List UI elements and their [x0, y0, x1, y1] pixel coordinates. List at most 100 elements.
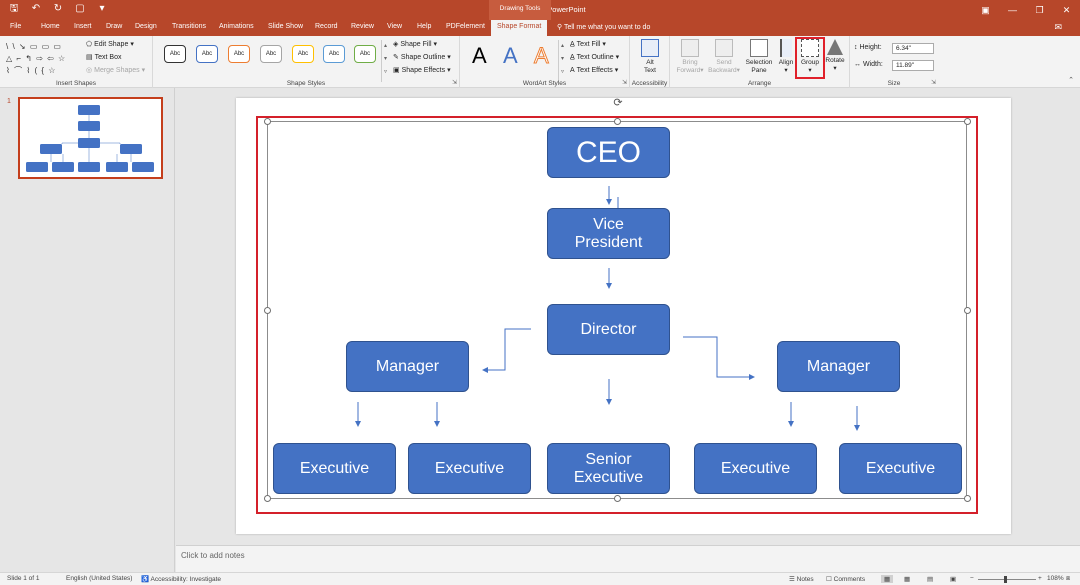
tab-draw[interactable]: Draw	[106, 23, 122, 30]
reading-view-icon[interactable]: ▤	[927, 575, 933, 583]
collapse-ribbon-icon[interactable]: ⌃	[1068, 76, 1074, 84]
shape-style-preset-4[interactable]: Abc	[260, 45, 282, 63]
fit-slide-icon[interactable]: ⧈	[1066, 575, 1070, 583]
status-comments-button[interactable]: ☐ Comments	[826, 575, 865, 583]
resize-handle-bottom-right[interactable]	[964, 495, 971, 502]
rotate-button[interactable]: Rotate ▾	[823, 39, 847, 73]
text-effects-button[interactable]: A Text Effects ▾	[570, 66, 618, 75]
org-box-senior-executive[interactable]: Senior Executive	[547, 443, 670, 494]
group-shape-styles: Abc Abc Abc Abc Abc Abc Abc ▴ ▾ ▿ ◈ Shape F…	[153, 36, 460, 88]
slide-thumbnail[interactable]	[18, 97, 163, 179]
tab-file[interactable]: File	[10, 23, 21, 30]
text-box-button[interactable]: ▤ Text Box	[86, 53, 121, 62]
zoom-out-icon[interactable]: −	[970, 575, 974, 582]
resize-handle-top[interactable]	[614, 118, 621, 125]
resize-handle-top-left[interactable]	[264, 118, 271, 125]
slide-show-icon[interactable]: ▣	[950, 575, 956, 583]
tab-shape-format[interactable]: Shape Format	[491, 20, 548, 36]
align-button[interactable]: Align ▾	[776, 39, 796, 75]
status-notes-button[interactable]: ☰ Notes	[789, 575, 814, 583]
resize-handle-top-right[interactable]	[964, 118, 971, 125]
alt-text-button[interactable]: Alt Text	[638, 39, 662, 75]
tab-insert[interactable]: Insert	[74, 23, 92, 30]
tab-help[interactable]: Help	[417, 23, 431, 30]
tab-home[interactable]: Home	[41, 23, 60, 30]
group-size: ↕ Height: 6.34" ↔ Width: 11.89" Size ⇲	[850, 36, 938, 88]
close-icon[interactable]: ✕	[1053, 0, 1080, 20]
rotate-handle-icon[interactable]: ⟳	[612, 97, 624, 109]
zoom-slider[interactable]	[978, 579, 1036, 580]
send-backward-button[interactable]: Send Backward▾	[708, 39, 740, 75]
resize-handle-right[interactable]	[964, 307, 971, 314]
text-outline-icon: A̲	[570, 53, 575, 61]
notes-pane[interactable]: Click to add notes	[176, 545, 1080, 572]
wordart-style-blue[interactable]: A	[503, 43, 518, 69]
group-insert-shapes: \ \ ↘ ▭ ▭ ▭ △ ⌐ ↰ ⇨ ⇦ ☆ ⌇ ⌒ ⌇ ( { ☆ ⬠ Edit …	[0, 36, 153, 88]
bring-forward-button[interactable]: Bring Forward▾	[676, 39, 704, 75]
title-bar: 🖫 ↶ ↻ ▢ ▾ Presentation3 - PowerPoint Dra…	[0, 0, 1080, 20]
wordart-gallery-scroll[interactable]: ▴ ▾ ▿	[558, 40, 566, 82]
org-box-executive-2[interactable]: Executive	[408, 443, 531, 494]
edit-shape-icon: ⬠	[86, 41, 93, 48]
tab-view[interactable]: View	[387, 23, 402, 30]
tab-transitions[interactable]: Transitions	[172, 23, 206, 30]
org-box-executive-1[interactable]: Executive	[273, 443, 396, 494]
shape-styles-gallery-scroll[interactable]: ▴ ▾ ▿	[381, 40, 389, 82]
zoom-slider-thumb[interactable]	[1004, 576, 1007, 583]
resize-handle-bottom[interactable]	[614, 495, 621, 502]
wordart-style-black[interactable]: A	[472, 43, 487, 69]
shape-style-preset-2[interactable]: Abc	[196, 45, 218, 63]
text-fill-button[interactable]: A̲ Text Fill ▾	[570, 40, 606, 49]
org-box-vice-president[interactable]: Vice President	[547, 208, 670, 259]
org-box-ceo[interactable]: CEO	[547, 127, 670, 178]
height-input[interactable]: 6.34"	[892, 43, 934, 54]
org-box-executive-5[interactable]: Executive	[839, 443, 962, 494]
dialog-launcher-icon[interactable]: ⇲	[622, 79, 627, 86]
ribbon-display-icon[interactable]: ▣	[972, 0, 999, 20]
rotate-icon	[827, 39, 843, 55]
dialog-launcher-icon[interactable]: ⇲	[931, 79, 936, 86]
tell-me-search[interactable]: ⚲ Tell me what you want to do	[557, 23, 650, 31]
shape-style-preset-3[interactable]: Abc	[228, 45, 250, 63]
group-button-highlight	[795, 37, 825, 79]
text-outline-button[interactable]: A̲ Text Outline ▾	[570, 53, 619, 62]
group-label-wordart: WordArt Styles	[522, 80, 567, 87]
tab-pdfelement[interactable]: PDFelement	[446, 23, 485, 30]
shapes-gallery[interactable]: \ \ ↘ ▭ ▭ ▭ △ ⌐ ↰ ⇨ ⇦ ☆ ⌇ ⌒ ⌇ ( { ☆	[6, 41, 66, 77]
slide-thumbnail-pane: 1	[0, 88, 175, 572]
tab-design[interactable]: Design	[135, 23, 157, 30]
slide-sorter-icon[interactable]: ▦	[904, 575, 910, 583]
shape-style-preset-7[interactable]: Abc	[354, 45, 376, 63]
status-accessibility[interactable]: ♿ Accessibility: Investigate	[141, 575, 221, 583]
tab-animations[interactable]: Animations	[219, 23, 254, 30]
restore-icon[interactable]: ❐	[1026, 0, 1053, 20]
edit-shape-button[interactable]: ⬠ Edit Shape ▾	[86, 40, 134, 49]
minimize-icon[interactable]: —	[999, 0, 1026, 20]
org-box-manager-right[interactable]: Manager	[777, 341, 900, 392]
selection-pane-button[interactable]: Selection Pane	[744, 39, 774, 75]
width-input[interactable]: 11.89"	[892, 60, 934, 71]
zoom-level[interactable]: 108%	[1047, 575, 1064, 582]
shape-style-preset-5[interactable]: Abc	[292, 45, 314, 63]
normal-view-icon[interactable]: ▦	[881, 575, 894, 583]
tab-record[interactable]: Record	[315, 23, 338, 30]
org-box-executive-4[interactable]: Executive	[694, 443, 817, 494]
tab-review[interactable]: Review	[351, 23, 374, 30]
shape-style-preset-6[interactable]: Abc	[323, 45, 345, 63]
shape-style-preset-1[interactable]: Abc	[164, 45, 186, 63]
org-box-manager-left[interactable]: Manager	[346, 341, 469, 392]
shape-fill-button[interactable]: ◈ Shape Fill ▾	[393, 40, 437, 49]
merge-shapes-button[interactable]: ◎ Merge Shapes ▾	[86, 66, 145, 75]
wordart-style-orange-outline[interactable]: A	[534, 43, 550, 69]
status-language[interactable]: English (United States)	[66, 575, 132, 582]
slide-number: 1	[7, 98, 11, 105]
share-icon[interactable]: ✉	[1054, 22, 1062, 33]
shape-outline-button[interactable]: ✎ Shape Outline ▾	[393, 53, 451, 62]
resize-handle-left[interactable]	[264, 307, 271, 314]
resize-handle-bottom-left[interactable]	[264, 495, 271, 502]
zoom-in-icon[interactable]: +	[1038, 575, 1042, 582]
org-box-director[interactable]: Director	[547, 304, 670, 355]
tab-slide-show[interactable]: Slide Show	[268, 23, 303, 30]
dialog-launcher-icon[interactable]: ⇲	[452, 79, 457, 86]
shape-effects-button[interactable]: ▣ Shape Effects ▾	[393, 66, 451, 75]
